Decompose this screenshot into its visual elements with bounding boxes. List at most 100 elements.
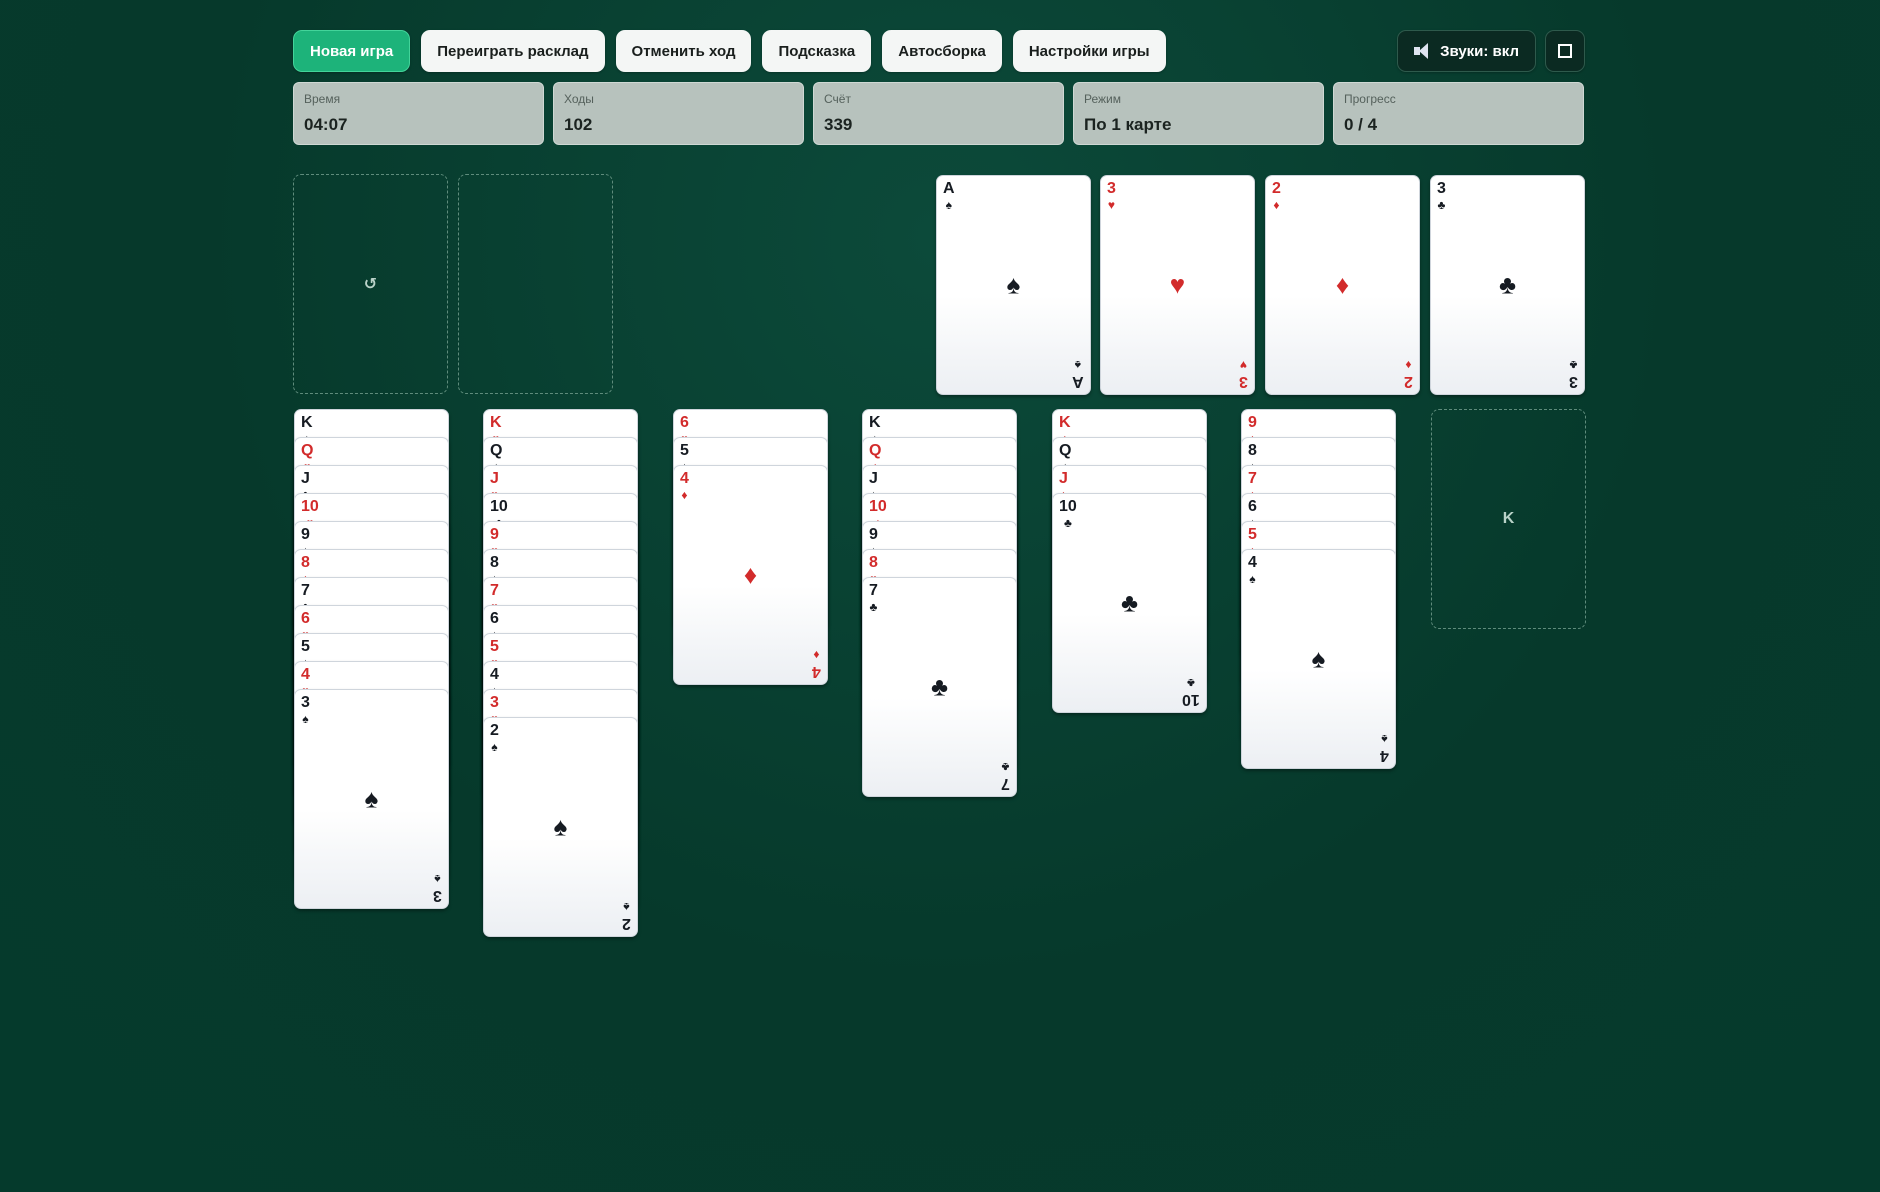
card-corner: 3♥ bbox=[1107, 180, 1116, 212]
card-rank: Q bbox=[490, 442, 503, 459]
game-settings-button[interactable]: Настройки игры bbox=[1012, 30, 1166, 72]
card-rank: 4 bbox=[490, 666, 499, 683]
card-rank: 2 bbox=[622, 915, 631, 932]
card-rank: 2 bbox=[490, 722, 499, 739]
tableau-card[interactable]: 4 ♦ ♦ 4 ♦ bbox=[673, 465, 828, 685]
fullscreen-button[interactable] bbox=[1545, 30, 1585, 72]
tableau-card[interactable]: 4♠♠4♠ bbox=[1241, 549, 1396, 769]
foundation-card[interactable]: A ♠ ♠ A ♠ bbox=[936, 175, 1091, 395]
foundation-card[interactable]: 3 ♣ ♣ 3 ♣ bbox=[1430, 175, 1585, 395]
spade-icon: ♠ bbox=[491, 740, 498, 754]
auto-collect-button[interactable]: Автосборка bbox=[882, 30, 1002, 72]
card-rank: 3 bbox=[301, 694, 310, 711]
diamond-icon: ♦ bbox=[1273, 198, 1280, 212]
card-rank: 6 bbox=[680, 414, 689, 431]
tableau-card[interactable]: 7♣♣7♣ bbox=[862, 577, 1017, 797]
card-rank: A bbox=[943, 180, 955, 197]
waste-pile[interactable] bbox=[458, 174, 613, 394]
card-rank: 3 bbox=[490, 694, 499, 711]
replay-deal-button[interactable]: Переиграть расклад bbox=[421, 30, 605, 72]
spade-icon: ♠ bbox=[623, 900, 630, 914]
stock-pile[interactable]: ↺ bbox=[293, 174, 448, 394]
card-rank: 7 bbox=[869, 582, 878, 599]
tableau-card[interactable]: 10♣♣10♣ bbox=[1052, 493, 1207, 713]
card-rank: 10 bbox=[1182, 691, 1200, 708]
card-rank: 7 bbox=[301, 582, 310, 599]
club-icon: ♣ bbox=[869, 600, 878, 614]
foundation-card[interactable]: 2 ♦ ♦ 2 ♦ bbox=[1265, 175, 1420, 395]
stat-mode: Режим По 1 карте bbox=[1073, 82, 1324, 145]
card-corner: 10♣ bbox=[1182, 676, 1200, 708]
card-rank: 8 bbox=[490, 554, 499, 571]
stat-score-label: Счёт bbox=[824, 92, 851, 106]
card-corner: A ♠ bbox=[943, 180, 955, 212]
card-corner: 4♠ bbox=[1248, 554, 1257, 586]
stats-panel: Время 04:07 Ходы 102 Счёт 339 Режим По 1… bbox=[293, 82, 1584, 145]
card-rank: J bbox=[301, 470, 310, 487]
undo-button[interactable]: Отменить ход bbox=[615, 30, 752, 72]
card-rank: 4 bbox=[812, 663, 821, 680]
card-rank: 3 bbox=[1239, 373, 1248, 390]
card-rank: 6 bbox=[1248, 498, 1257, 515]
spade-icon: ♠ bbox=[1249, 572, 1256, 586]
card-rank: K bbox=[869, 414, 881, 431]
card-corner: 3 ♣ bbox=[1569, 358, 1578, 390]
spade-icon: ♠ bbox=[1006, 269, 1021, 300]
sound-toggle-label: Звуки: вкл bbox=[1440, 42, 1519, 60]
card-rank: 8 bbox=[869, 554, 878, 571]
card-corner: 2 ♦ bbox=[1272, 180, 1281, 212]
new-game-button[interactable]: Новая игра bbox=[293, 30, 411, 72]
tableau-card[interactable]: 3 ♠ ♠ 3 ♠ bbox=[294, 689, 449, 909]
card-rank: 9 bbox=[301, 526, 310, 543]
king-slot-label: K bbox=[1502, 510, 1515, 527]
stat-progress: Прогресс 0 / 4 bbox=[1333, 82, 1584, 145]
card-rank: Q bbox=[869, 442, 882, 459]
card-rank: 4 bbox=[1248, 554, 1257, 571]
recycle-icon: ↺ bbox=[363, 276, 378, 293]
card-rank: 9 bbox=[1248, 414, 1257, 431]
card-corner: 3 ♠ bbox=[433, 872, 442, 904]
card-rank: 10 bbox=[490, 498, 508, 515]
heart-icon: ♥ bbox=[1107, 198, 1116, 212]
club-icon: ♣ bbox=[1569, 358, 1578, 372]
stat-progress-value: 0 / 4 bbox=[1344, 115, 1378, 134]
stat-score: Счёт 339 bbox=[813, 82, 1064, 145]
card-rank: 3 bbox=[1569, 373, 1578, 390]
card-rank: 5 bbox=[1248, 526, 1257, 543]
spade-icon: ♠ bbox=[1311, 643, 1326, 674]
heart-icon: ♥ bbox=[1239, 358, 1248, 372]
card-rank: 3 bbox=[1107, 180, 1116, 197]
card-corner: 3 ♣ bbox=[1437, 180, 1446, 212]
card-rank: 3 bbox=[433, 887, 442, 904]
club-icon: ♣ bbox=[1120, 587, 1139, 618]
card-rank: 5 bbox=[490, 638, 499, 655]
empty-tableau-column[interactable]: K bbox=[1431, 409, 1586, 629]
card-rank: 5 bbox=[680, 442, 689, 459]
stat-moves-value: 102 bbox=[564, 115, 593, 134]
stat-moves-label: Ходы bbox=[564, 92, 594, 106]
spade-icon: ♠ bbox=[553, 811, 568, 842]
foundation-card[interactable]: 3 ♥ ♥ 3 ♥ bbox=[1100, 175, 1255, 395]
card-corner: 7♣ bbox=[1001, 760, 1010, 792]
card-rank: 5 bbox=[301, 638, 310, 655]
spade-icon: ♠ bbox=[1075, 358, 1082, 372]
card-corner: 4 ♦ bbox=[812, 648, 821, 680]
hint-button[interactable]: Подсказка bbox=[762, 30, 872, 72]
card-rank: K bbox=[301, 414, 313, 431]
card-rank: 6 bbox=[490, 610, 499, 627]
card-rank: 2 bbox=[1272, 180, 1281, 197]
card-corner: A ♠ bbox=[1072, 358, 1084, 390]
tableau-card[interactable]: 2 ♠ ♠ 2 ♠ bbox=[483, 717, 638, 937]
diamond-icon: ♦ bbox=[681, 488, 688, 502]
sound-toggle-button[interactable]: Звуки: вкл bbox=[1397, 30, 1536, 72]
card-rank: 3 bbox=[1437, 180, 1446, 197]
stat-moves: Ходы 102 bbox=[553, 82, 804, 145]
card-corner: 3 ♠ bbox=[301, 694, 310, 726]
diamond-icon: ♦ bbox=[1405, 358, 1412, 372]
club-icon: ♣ bbox=[1001, 760, 1010, 774]
card-rank: J bbox=[1059, 470, 1068, 487]
card-rank: 4 bbox=[1380, 747, 1389, 764]
stat-progress-label: Прогресс bbox=[1344, 92, 1396, 106]
card-rank: Q bbox=[1059, 442, 1072, 459]
spade-icon: ♠ bbox=[1381, 732, 1388, 746]
